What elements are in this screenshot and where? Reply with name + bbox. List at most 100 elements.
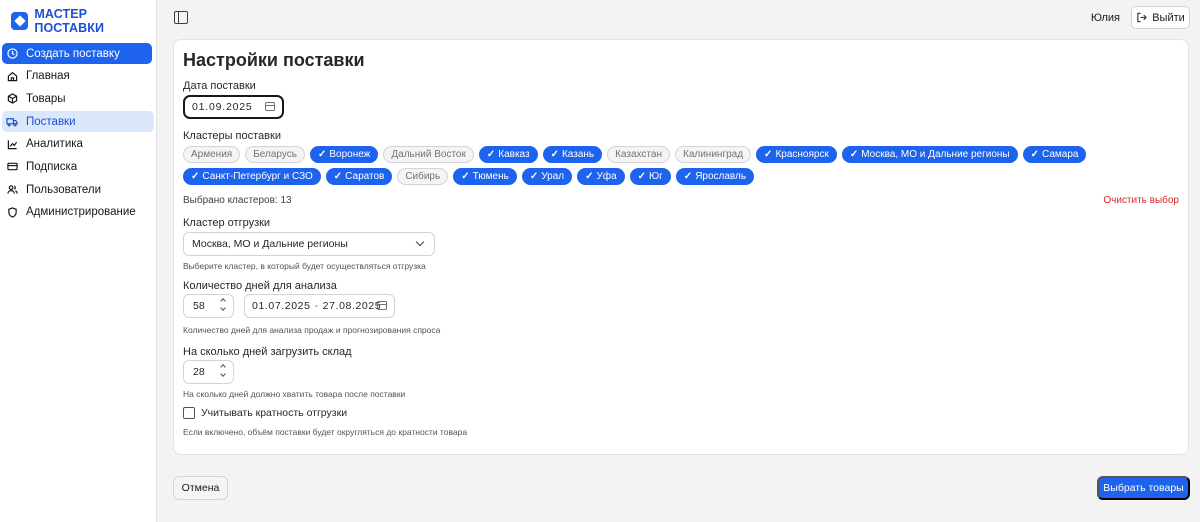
sidebar-item-label: Аналитика [26, 138, 83, 151]
sidebar-nav: Создать поставку Главная Товары Поставки Ана… [0, 43, 157, 225]
analysis-days-stepper[interactable]: 58 [183, 294, 234, 318]
cluster-chip-label: Тюмень [472, 171, 509, 182]
logout-button[interactable]: Выйти [1131, 6, 1190, 29]
check-icon: ✓ [317, 149, 327, 160]
cluster-chip-label: Дальний Восток [391, 149, 466, 160]
calendar-icon[interactable] [377, 301, 387, 310]
shipping-cluster-value: Москва, МО и Дальние регионы [192, 238, 348, 250]
stock-days-stepper[interactable]: 28 [183, 360, 234, 384]
truck-icon [6, 116, 18, 128]
analysis-days-value: 58 [193, 300, 205, 312]
check-icon: ✓ [191, 171, 200, 182]
cluster-chip[interactable]: ✓ Урал [521, 168, 573, 185]
cluster-chip[interactable]: ✓ Саратов [325, 168, 393, 185]
cluster-chip[interactable]: Дальний Восток [383, 146, 474, 163]
cluster-chips-row-1: Армения Беларусь ✓ Воронеж Дальний Восток ✓ Ка… [183, 146, 1183, 163]
sidebar-toggle-icon[interactable] [174, 11, 188, 24]
stock-days-value: 28 [193, 366, 205, 378]
plus-circle-icon [6, 48, 18, 60]
logout-label: Выйти [1152, 11, 1185, 24]
cluster-chip[interactable]: ✓ Кавказ [478, 146, 538, 163]
sidebar-item-label: Поставки [26, 115, 76, 128]
sidebar-item-2[interactable]: Товары [0, 88, 153, 109]
delivery-date-label: Дата поставки [183, 80, 256, 92]
calendar-icon[interactable] [265, 102, 275, 111]
multiplicity-checkbox[interactable] [183, 407, 195, 419]
check-icon: ✓ [637, 171, 647, 182]
chart-line-icon [6, 138, 18, 150]
cluster-chip[interactable]: Сибирь [397, 168, 449, 185]
stepper-arrows-icon[interactable] [220, 298, 227, 311]
cluster-chip[interactable]: Беларусь [245, 146, 305, 163]
clear-selection-link[interactable]: Очистить выбор [1103, 195, 1179, 206]
brand[interactable]: МАСТЕР ПОСТАВКИ [11, 7, 156, 35]
sidebar-item-4[interactable]: Аналитика [0, 134, 153, 155]
sidebar-item-1[interactable]: Главная [0, 66, 153, 87]
cluster-chip-label: Москва, МО и Дальние регионы [861, 149, 1010, 160]
cluster-chip[interactable]: ✓ Санкт-Петербург и СЗО [183, 168, 321, 185]
logout-icon [1137, 12, 1148, 23]
cluster-chip-label: Воронеж [329, 149, 371, 160]
delivery-date-input[interactable]: 01.09.2025 [183, 95, 284, 119]
cluster-chip[interactable]: Казахстан [607, 146, 670, 163]
multiplicity-hint: Если включено, объём поставки будет окру… [183, 427, 468, 437]
check-icon: ✓ [764, 149, 773, 160]
cluster-chip-label: Ярославль [695, 171, 747, 182]
sidebar-item-7[interactable]: Администрирование [0, 202, 153, 223]
cluster-chip[interactable]: ✓ Казань [542, 146, 603, 163]
sidebar-item-label: Администрирование [26, 206, 136, 219]
range-end: 27.08.2025 [322, 300, 382, 312]
check-icon: ✓ [849, 149, 859, 160]
page-title: Настройки поставки [183, 50, 365, 70]
package-icon [6, 93, 18, 105]
analysis-days-label: Количество дней для анализа [183, 280, 337, 292]
cluster-chip[interactable]: Калининград [675, 146, 752, 163]
sidebar-item-3[interactable]: Поставки [2, 111, 154, 133]
multiplicity-label[interactable]: Учитывать кратность отгрузки [201, 407, 347, 419]
cluster-chip-label: Сибирь [405, 171, 441, 182]
logo-icon [11, 12, 29, 30]
range-separator: - [314, 300, 319, 312]
cluster-chips-row-2: ✓ Санкт-Петербург и СЗО ✓ Саратов Сибирь ✓ Тюм… [183, 168, 1183, 185]
credit-card-icon [6, 161, 18, 173]
chevron-down-icon [415, 237, 425, 247]
cluster-chip-label: Самара [1042, 149, 1079, 160]
clusters-label: Кластеры поставки [183, 130, 281, 142]
multiplicity-row[interactable]: Учитывать кратность отгрузки [183, 407, 347, 419]
cluster-chip[interactable]: ✓ Юг [629, 168, 671, 185]
sidebar-item-5[interactable]: Подписка [0, 156, 153, 177]
cluster-chip-label: Юг [649, 171, 663, 182]
cluster-chip[interactable]: ✓ Тюмень [453, 168, 517, 185]
cluster-chip[interactable]: ✓ Красноярск [756, 146, 837, 163]
cluster-chip[interactable]: ✓ Самара [1022, 146, 1087, 163]
brand-title: МАСТЕР ПОСТАВКИ [34, 7, 105, 35]
shipping-cluster-label: Кластер отгрузки [183, 217, 271, 229]
cluster-chip[interactable]: ✓ Воронеж [309, 146, 379, 163]
check-icon: ✓ [683, 171, 693, 182]
topbar: Юлия Выйти [157, 0, 1200, 36]
select-products-button[interactable]: Выбрать товары [1097, 476, 1190, 500]
stepper-arrows-icon[interactable] [220, 364, 227, 377]
shipping-cluster-select[interactable]: Москва, МО и Дальние регионы [183, 232, 435, 256]
cluster-chip[interactable]: Армения [183, 146, 241, 163]
shipping-cluster-hint: Выберите кластер, в который будет осущес… [183, 261, 426, 271]
sidebar-item-0[interactable]: Создать поставку [2, 43, 152, 64]
analysis-date-range-input[interactable]: 01.07.2025 - 27.08.2025 [244, 294, 395, 318]
sidebar-item-6[interactable]: Пользователи [0, 179, 153, 200]
stock-days-hint: На сколько дней должно хватить товара по… [183, 389, 406, 399]
cluster-chip[interactable]: ✓ Ярославль [675, 168, 755, 185]
cancel-button[interactable]: Отмена [173, 476, 228, 500]
home-icon [6, 70, 18, 82]
cluster-chip[interactable]: ✓ Москва, МО и Дальние регионы [841, 146, 1018, 163]
sidebar-item-label: Создать поставку [26, 47, 120, 60]
sidebar-item-label: Пользователи [26, 183, 102, 196]
shield-icon [6, 206, 18, 218]
sidebar-item-label: Подписка [26, 160, 78, 173]
cluster-chip[interactable]: ✓ Уфа [577, 168, 625, 185]
check-icon: ✓ [585, 171, 594, 182]
user-name: Юлия [1090, 12, 1120, 24]
stock-days-label: На сколько дней загрузить склад [183, 346, 352, 358]
sidebar-item-label: Главная [26, 70, 70, 83]
users-icon [6, 184, 18, 196]
check-icon: ✓ [461, 171, 470, 182]
